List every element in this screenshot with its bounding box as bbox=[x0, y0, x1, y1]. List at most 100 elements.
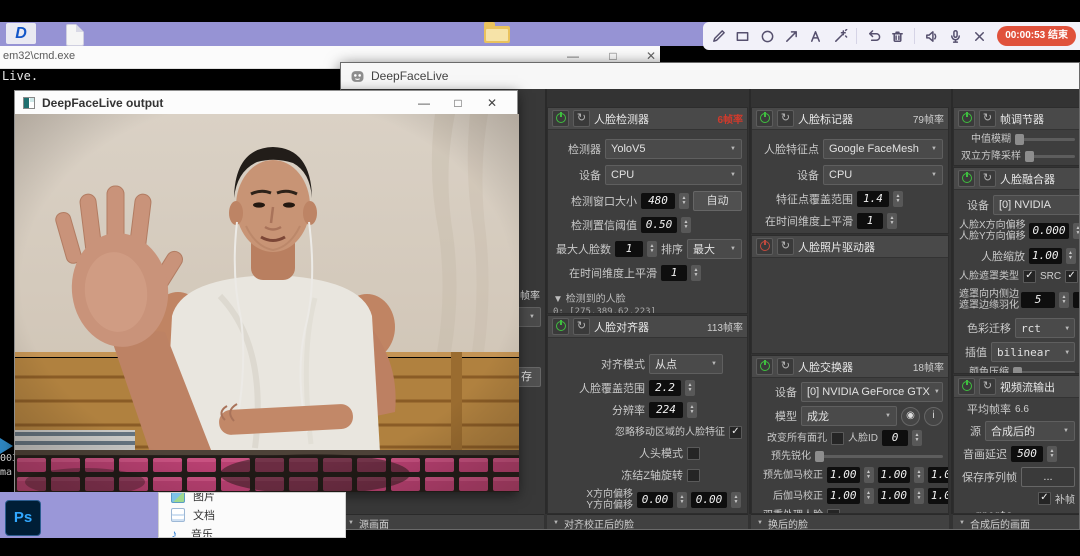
post-gamma-b[interactable]: 1.00 bbox=[928, 488, 949, 504]
text-tool-icon[interactable] bbox=[805, 25, 827, 47]
pre-gamma-g-spinner[interactable] bbox=[914, 467, 924, 483]
landmarks-dropdown[interactable]: Google FaceMesh bbox=[823, 139, 943, 159]
post-gamma-g[interactable]: 1.00 bbox=[878, 488, 911, 504]
stream-reset-icon[interactable]: ↻ bbox=[979, 378, 996, 395]
mask-erode-spinner[interactable] bbox=[1059, 292, 1069, 308]
aligner-power-button[interactable] bbox=[552, 318, 569, 335]
sharpen-slider[interactable] bbox=[815, 455, 943, 458]
swapper-reset-icon[interactable]: ↻ bbox=[777, 358, 794, 375]
model-dropdown[interactable]: 成龙 bbox=[801, 406, 897, 426]
post-gamma-r-spinner[interactable] bbox=[864, 488, 874, 504]
output-minimize-button[interactable]: — bbox=[407, 96, 441, 110]
max-faces-spinner[interactable] bbox=[647, 241, 657, 257]
stream-power-button[interactable] bbox=[958, 378, 975, 395]
cmd-close-button[interactable]: ✕ bbox=[636, 49, 666, 63]
app-logo-icon[interactable]: D bbox=[6, 23, 36, 44]
section-aligned-face[interactable]: 对齐校正后的脸 bbox=[547, 514, 748, 530]
merger-offset-value[interactable]: 0.000 bbox=[1029, 223, 1069, 239]
stop-record-button[interactable]: 00:00:53 结束 bbox=[997, 26, 1076, 46]
resolution-value[interactable]: 224 bbox=[649, 402, 683, 418]
photoshop-taskbar-icon[interactable]: Ps bbox=[5, 500, 41, 536]
threshold-spinner[interactable] bbox=[681, 217, 691, 233]
menu-item-pictures[interactable]: 图片 bbox=[159, 492, 345, 505]
auto-button[interactable]: 自动 bbox=[693, 191, 742, 211]
section-merged-frame[interactable]: 合成后的画面 bbox=[953, 514, 1080, 530]
undo-icon[interactable] bbox=[862, 25, 884, 47]
swap-all-checkbox[interactable] bbox=[831, 432, 844, 445]
head-mode-checkbox[interactable] bbox=[687, 447, 700, 460]
smooth-spinner[interactable] bbox=[691, 265, 701, 281]
adjuster-power-button[interactable] bbox=[958, 110, 975, 127]
pencil-icon[interactable] bbox=[707, 25, 729, 47]
merger-power-button[interactable] bbox=[958, 170, 975, 187]
sort-dropdown[interactable]: 最大 bbox=[687, 239, 742, 259]
detector-reset-icon[interactable]: ↻ bbox=[573, 110, 590, 127]
detected-faces-toggle[interactable]: ▼ 检测到的人脸 bbox=[553, 290, 626, 305]
output-titlebar[interactable]: DeepFaceLive output — □ ✕ bbox=[15, 91, 517, 115]
mask-blur-value[interactable] bbox=[1073, 292, 1080, 308]
marker-coverage-spinner[interactable] bbox=[893, 191, 903, 207]
output-maximize-button[interactable]: □ bbox=[441, 96, 475, 110]
cmd-maximize-button[interactable]: □ bbox=[598, 49, 628, 63]
trash-icon[interactable] bbox=[887, 25, 909, 47]
face-id-spinner[interactable] bbox=[912, 430, 922, 446]
pre-gamma-b[interactable]: 1.00 bbox=[928, 467, 949, 483]
frame-interp-checkbox[interactable] bbox=[1038, 492, 1051, 505]
save-seq-button[interactable]: ... bbox=[1021, 467, 1075, 487]
marker-reset-icon[interactable]: ↻ bbox=[777, 110, 794, 127]
merger-device-dropdown[interactable]: [0] NVIDIA bbox=[993, 195, 1080, 215]
marker-smooth-value[interactable]: 1 bbox=[857, 213, 883, 229]
coverage-spinner[interactable] bbox=[685, 380, 695, 396]
pre-gamma-g[interactable]: 1.00 bbox=[878, 467, 911, 483]
animator-power-button[interactable] bbox=[756, 238, 773, 255]
delay-spinner[interactable] bbox=[1047, 446, 1057, 462]
freeze-checkbox[interactable] bbox=[687, 469, 700, 482]
post-gamma-r[interactable]: 1.00 bbox=[827, 488, 860, 504]
adjuster-reset-icon[interactable]: ↻ bbox=[979, 110, 996, 127]
detector-device-dropdown[interactable]: CPU bbox=[605, 165, 742, 185]
effects-wand-icon[interactable] bbox=[829, 25, 851, 47]
face-scale-spinner[interactable] bbox=[1066, 248, 1076, 264]
pre-gamma-r[interactable]: 1.00 bbox=[827, 467, 860, 483]
animator-reset-icon[interactable]: ↻ bbox=[777, 238, 794, 255]
mask-erode-value[interactable]: 5 bbox=[1021, 292, 1055, 308]
smooth-value[interactable]: 1 bbox=[661, 265, 687, 281]
threshold-value[interactable]: 0.50 bbox=[641, 217, 677, 233]
dfl-titlebar[interactable]: DeepFaceLive bbox=[341, 63, 1079, 89]
swapper-power-button[interactable] bbox=[756, 358, 773, 375]
ellipse-icon[interactable] bbox=[756, 25, 778, 47]
mask-src-checkbox[interactable] bbox=[1023, 270, 1036, 283]
max-faces-value[interactable]: 1 bbox=[615, 241, 643, 257]
folder-icon[interactable] bbox=[484, 26, 510, 43]
document-icon[interactable] bbox=[66, 24, 84, 46]
detector-power-button[interactable] bbox=[552, 110, 569, 127]
section-source-frame[interactable]: 源画面 bbox=[342, 514, 544, 530]
marker-coverage-value[interactable]: 1.4 bbox=[857, 191, 889, 207]
offset-x-value[interactable]: 0.00 bbox=[637, 492, 673, 508]
recorder-close-icon[interactable] bbox=[969, 25, 991, 47]
face-id-value[interactable]: 0 bbox=[882, 430, 908, 446]
menu-item-music[interactable]: ♪ 音乐 bbox=[159, 524, 345, 538]
microphone-icon[interactable] bbox=[944, 25, 966, 47]
marker-smooth-spinner[interactable] bbox=[887, 213, 897, 229]
merger-reset-icon[interactable]: ↻ bbox=[979, 170, 996, 187]
post-gamma-g-spinner[interactable] bbox=[914, 488, 924, 504]
coverage-value[interactable]: 2.2 bbox=[649, 380, 681, 396]
window-size-value[interactable]: 480 bbox=[641, 193, 675, 209]
mask-cel-checkbox[interactable] bbox=[1065, 270, 1078, 283]
arrow-icon[interactable] bbox=[780, 25, 802, 47]
pre-gamma-r-spinner[interactable] bbox=[864, 467, 874, 483]
merger-offset-spinner[interactable] bbox=[1073, 223, 1080, 239]
output-close-button[interactable]: ✕ bbox=[475, 96, 509, 110]
color-transfer-dropdown[interactable]: rct bbox=[1015, 318, 1075, 338]
swapper-device-dropdown[interactable]: [0] NVIDIA GeForce GTX bbox=[801, 382, 943, 402]
speaker-icon[interactable] bbox=[920, 25, 942, 47]
offset-x-spinner[interactable] bbox=[677, 492, 687, 508]
aligner-reset-icon[interactable]: ↻ bbox=[573, 318, 590, 335]
delay-value[interactable]: 500 bbox=[1011, 446, 1043, 462]
compress-slider[interactable] bbox=[1013, 371, 1075, 374]
face-scale-value[interactable]: 1.00 bbox=[1029, 248, 1062, 264]
ignore-checkbox[interactable] bbox=[729, 426, 742, 439]
interp-dropdown[interactable]: bilinear bbox=[991, 342, 1075, 362]
menu-item-documents[interactable]: 文档 bbox=[159, 505, 345, 524]
